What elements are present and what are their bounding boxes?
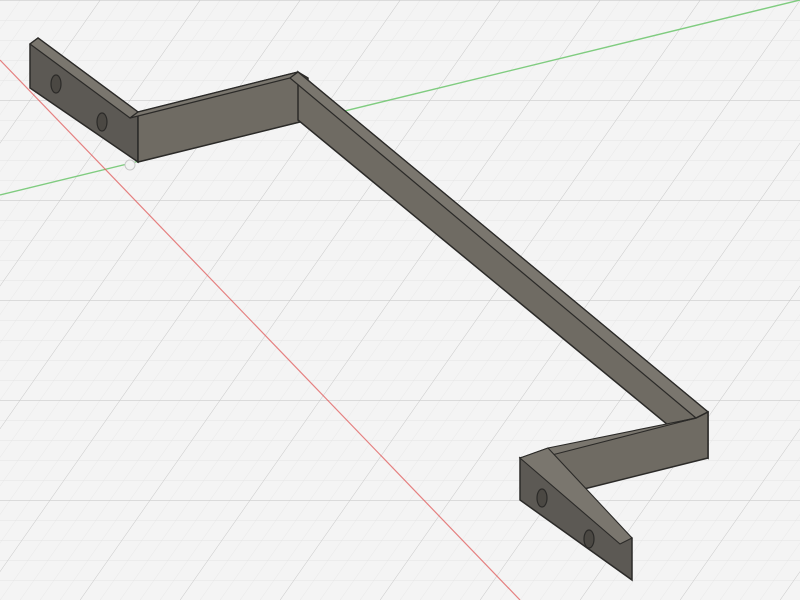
right-hole-2 — [583, 529, 595, 549]
3d-viewport[interactable] — [0, 0, 800, 600]
origin-icon — [124, 159, 136, 171]
grid-major — [0, 0, 800, 600]
grid-plane — [0, 0, 800, 600]
right-hole-1 — [536, 488, 548, 508]
viewport-canvas[interactable] — [0, 0, 800, 600]
left-hole-2 — [96, 112, 108, 132]
left-hole-1 — [50, 74, 62, 94]
